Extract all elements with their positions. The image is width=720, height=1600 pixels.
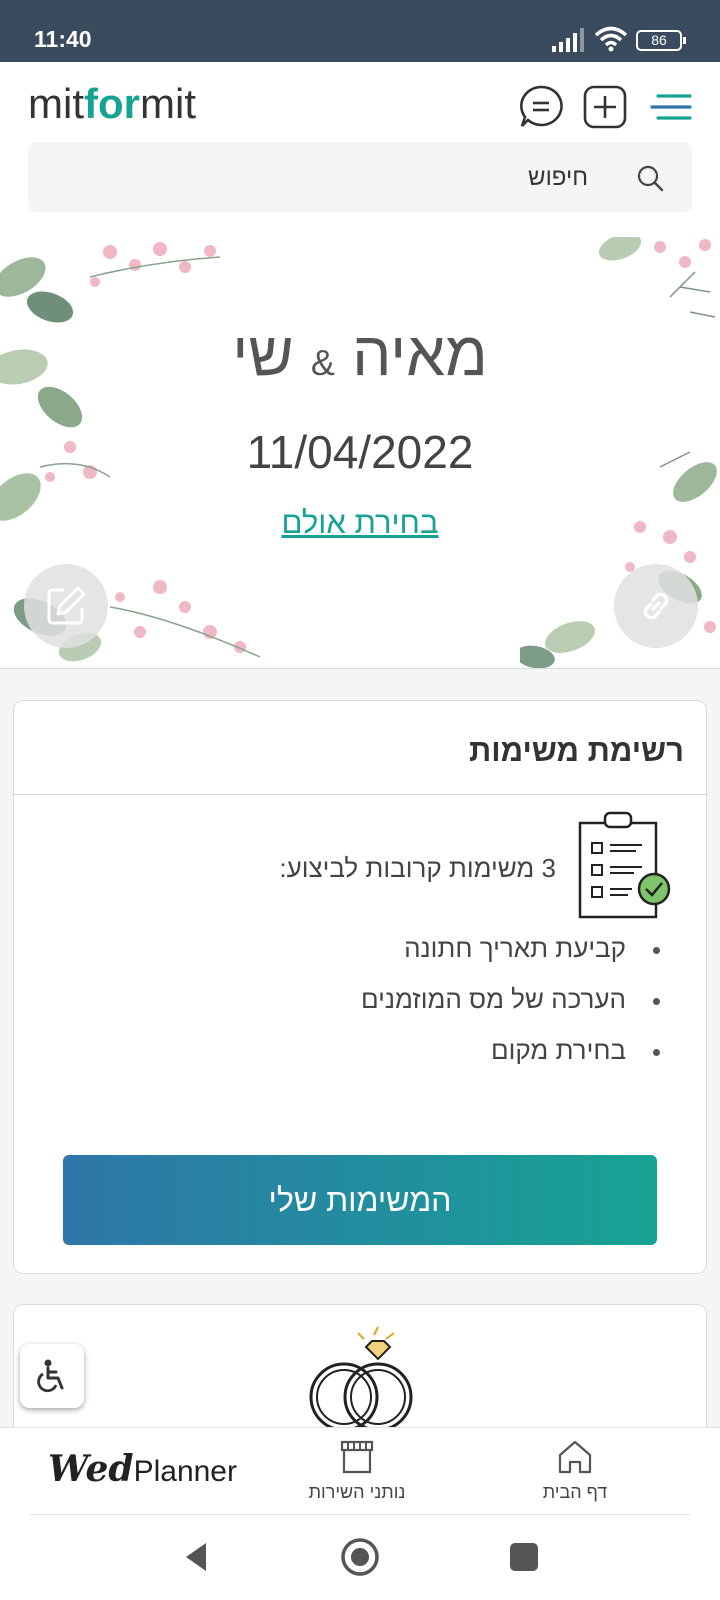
signal-icon: [552, 28, 584, 52]
task-item: בחירת מקום: [361, 1035, 661, 1086]
home-button-icon[interactable]: [340, 1537, 380, 1577]
wedding-date: 11/04/2022: [246, 426, 474, 478]
search-input[interactable]: חיפוש: [28, 142, 692, 212]
names-ampersand: &: [310, 342, 335, 383]
wedding-rings-card: [13, 1304, 707, 1444]
status-time: 11:40: [34, 26, 92, 52]
clipboard-icon: [578, 811, 671, 919]
status-bar: 11:40 86: [0, 0, 720, 62]
task-list: קביעת תאריך חתונה הערכה של מס המוזמנים ב…: [361, 933, 661, 1086]
couple-names: מאיה & שי: [0, 319, 720, 390]
edit-icon: [47, 586, 86, 625]
brand-script: Wed: [48, 1448, 134, 1490]
share-link-button[interactable]: [614, 564, 698, 648]
my-tasks-button[interactable]: המשימות שלי: [63, 1155, 657, 1245]
wifi-icon: [594, 26, 628, 52]
system-nav-bar: [0, 1515, 720, 1600]
partner1-name: מאיה: [352, 320, 488, 389]
logo-part1: mit: [28, 80, 84, 127]
partner2-name: שי: [232, 320, 294, 389]
menu-icon[interactable]: [648, 84, 694, 130]
brand-text: Planner: [133, 1455, 237, 1488]
store-icon: [340, 1440, 374, 1474]
task-item: קביעת תאריך חתונה: [361, 933, 661, 984]
battery-level: 86: [651, 32, 667, 48]
link-icon: [643, 592, 669, 620]
logo-part2: for: [84, 80, 140, 127]
edit-button[interactable]: [24, 564, 108, 648]
wedding-hero: מאיה & שי 11/04/2022 בחירת אולם: [0, 237, 720, 669]
tab-label: דף הבית: [542, 1482, 608, 1502]
upcoming-tasks-text: 3 משימות קרובות לביצוע:: [279, 853, 556, 883]
search-icon: [637, 165, 664, 192]
wedplanner-logo[interactable]: WedPlanner: [48, 1448, 237, 1490]
tab-label: נותני השירות: [308, 1482, 406, 1502]
home-icon: [558, 1440, 592, 1474]
tab-service-providers[interactable]: נותני השירות: [282, 1438, 432, 1503]
chat-icon[interactable]: [518, 84, 564, 130]
wheelchair-icon: [37, 1359, 64, 1393]
app-header: mitformit חיפוש: [0, 62, 720, 237]
add-icon[interactable]: [582, 84, 628, 130]
back-icon[interactable]: [176, 1537, 216, 1577]
tab-home[interactable]: דף הבית: [500, 1438, 650, 1503]
task-list-card: רשימת משימות 3 משימות קרובות לביצוע: קבי…: [13, 700, 707, 1274]
mitformit-logo[interactable]: mitformit: [28, 80, 196, 128]
battery-icon: 86: [636, 30, 686, 51]
task-item: הערכה של מס המוזמנים: [361, 984, 661, 1035]
card-divider: [14, 794, 706, 795]
bottom-tab-bar: WedPlanner נותני השירות דף הבית: [0, 1427, 720, 1515]
search-placeholder: חיפוש: [528, 164, 588, 191]
choose-venue-link[interactable]: בחירת אולם: [0, 505, 720, 541]
accessibility-button[interactable]: [20, 1344, 84, 1408]
task-list-title: רשימת משימות: [469, 733, 684, 768]
wedding-rings-icon: [309, 1326, 413, 1432]
recents-icon[interactable]: [504, 1537, 544, 1577]
logo-part3: mit: [140, 80, 196, 127]
